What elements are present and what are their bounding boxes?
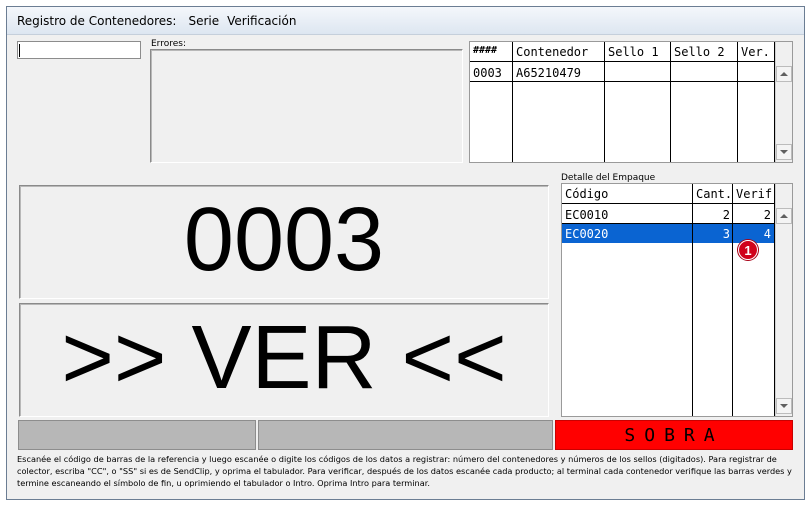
scroll-down-button[interactable] [776, 144, 792, 160]
row-cant[interactable]: 2 [693, 208, 730, 222]
menu-serie[interactable]: Serie [184, 12, 223, 30]
menu-bar: Registro de Contenedores: Serie Verifica… [7, 7, 804, 35]
instructions-text: Escanée el código de barras de la refere… [17, 454, 792, 488]
header-sello2[interactable]: Sello 2 [674, 45, 725, 59]
container-number-display: 0003 [19, 185, 549, 299]
row-contenedor[interactable]: A65210479 [516, 66, 581, 80]
row-verif[interactable]: 4 [733, 227, 771, 241]
errors-box [150, 49, 463, 163]
containers-scrollbar[interactable] [775, 42, 792, 162]
errors-label: Errores: [151, 39, 186, 49]
header-num[interactable]: #### [473, 45, 497, 56]
header-cant[interactable]: Cant. [696, 187, 732, 201]
row-codigo[interactable]: EC0010 [565, 208, 608, 222]
header-codigo[interactable]: Código [565, 187, 608, 201]
status-message: >> VER << [61, 308, 507, 408]
containers-table: #### Contenedor Sello 1 Sello 2 Ver. 000… [469, 41, 793, 163]
arrow-up-icon [780, 214, 788, 218]
detail-label: Detalle del Empaque [561, 173, 656, 183]
header-verif[interactable]: Verif. [736, 187, 779, 201]
header-contenedor[interactable]: Contenedor [516, 45, 588, 59]
menu-registro-contenedores[interactable]: Registro de Contenedores: [13, 12, 180, 30]
row-codigo[interactable]: EC0020 [565, 227, 608, 241]
arrow-down-icon [780, 150, 788, 154]
scroll-up-button[interactable] [776, 208, 792, 224]
detail-table: Código Cant. Verif. EC0010 2 2 EC0020 3 … [561, 183, 793, 417]
menu-verificacion[interactable]: Verificación [223, 12, 300, 30]
scroll-up-button[interactable] [776, 66, 792, 82]
scan-input[interactable] [17, 41, 141, 59]
step-marker-badge: 1 [738, 240, 758, 260]
header-ver[interactable]: Ver. [741, 45, 770, 59]
container-number: 0003 [183, 190, 385, 290]
row-num[interactable]: 0003 [473, 66, 502, 80]
row-verif[interactable]: 2 [733, 208, 771, 222]
text-caret [19, 44, 20, 57]
arrow-up-icon [780, 72, 788, 76]
detail-scrollbar[interactable] [775, 184, 792, 416]
row-cant[interactable]: 3 [693, 227, 730, 241]
sobra-label: SOBRA [624, 424, 724, 446]
scroll-down-button[interactable] [776, 398, 792, 414]
status-bar-left [18, 420, 256, 450]
status-bar-middle [258, 420, 553, 450]
status-bar-sobra: SOBRA [555, 420, 793, 450]
header-sello1[interactable]: Sello 1 [608, 45, 659, 59]
arrow-down-icon [780, 404, 788, 408]
status-display: >> VER << [19, 303, 549, 417]
main-window: Registro de Contenedores: Serie Verifica… [6, 6, 805, 500]
